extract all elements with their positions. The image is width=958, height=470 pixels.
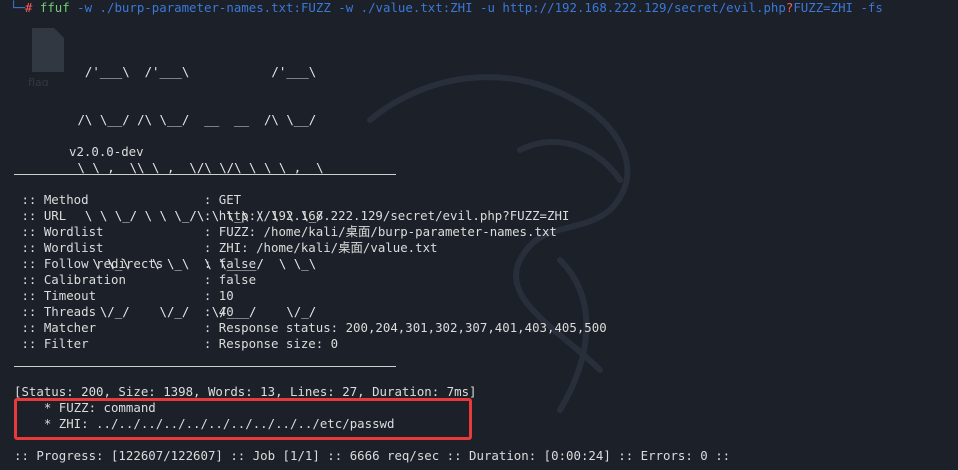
- option-row: :: Wordlist: ZHI: /home/kali/桌面/value.tx…: [14, 240, 438, 255]
- banner-line: /\ \__/ /\ \__/ __ __ /\ \__/: [70, 112, 317, 127]
- command-line: └─# ffuf -w ./burp-parameter-names.txt:F…: [10, 0, 883, 16]
- version-text: v2.0.0-dev: [69, 144, 144, 159]
- option-row: :: Filter: Response size: 0: [14, 336, 339, 351]
- option-row: :: Timeout: 10: [14, 288, 234, 303]
- prompt-hash: #: [24, 0, 33, 15]
- options-list: :: Method: GET :: URL: http://192.168.22…: [14, 192, 607, 352]
- option-row: :: Threads: 40: [14, 304, 234, 319]
- highlight-annotation-box: [14, 398, 472, 440]
- command-program: ffuf: [39, 0, 70, 15]
- banner-line: /'___\ /'___\ /'___\: [70, 64, 317, 79]
- option-row: :: Method: GET: [14, 192, 242, 207]
- option-row: :: Follow redirects: false: [14, 256, 257, 271]
- option-row: :: URL: http://192.168.222.129/secret/ev…: [14, 208, 570, 223]
- option-row: :: Calibration: false: [14, 272, 257, 287]
- option-row: :: Matcher: Response status: 200,204,301…: [14, 320, 607, 335]
- prompt-corner: └─: [10, 0, 25, 15]
- progress-line: :: Progress: [122607/122607] :: Job [1/1…: [14, 448, 731, 463]
- option-row: :: Wordlist: FUZZ: /home/kali/桌面/burp-pa…: [14, 224, 557, 239]
- divider: [14, 366, 396, 367]
- file-icon-label: flag: [28, 76, 49, 86]
- file-icon[interactable]: flag: [28, 26, 68, 89]
- divider: [14, 174, 396, 175]
- command-args: -w ./burp-parameter-names.txt:FUZZ -w ./…: [69, 0, 786, 15]
- command-rest: FUZZ=ZHI -fs: [793, 0, 883, 15]
